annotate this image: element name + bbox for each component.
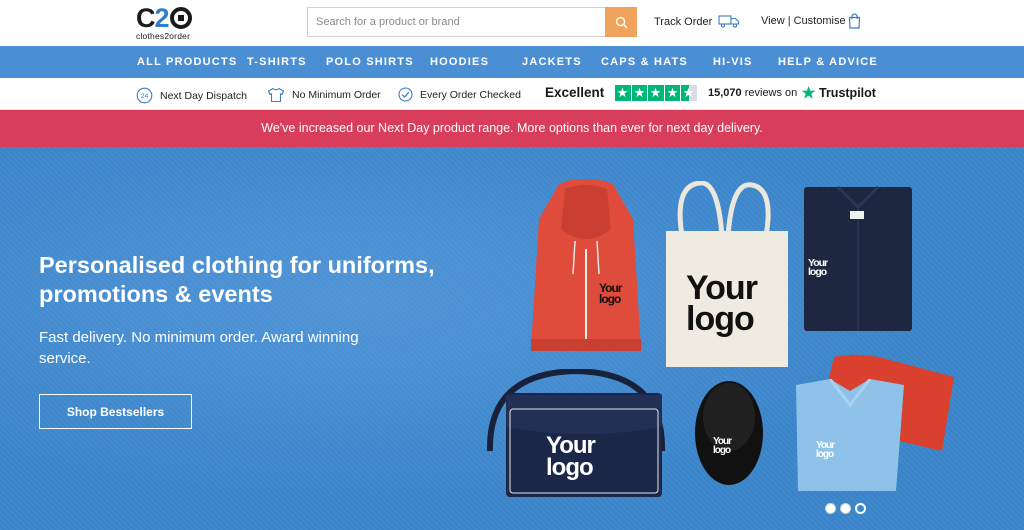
- hero-subtitle: Fast delivery. No minimum order. Award w…: [39, 329, 359, 367]
- logo-number-2: 2: [154, 3, 170, 33]
- usp-next-day-dispatch: 24 Next Day Dispatch: [136, 87, 247, 104]
- product-logo-text: Your logo: [808, 257, 828, 279]
- messenger-bag-image: Your logo: [484, 367, 668, 497]
- svg-text:24: 24: [141, 93, 149, 100]
- carousel-dots: [825, 503, 866, 514]
- hoodie-image: Your logo: [525, 178, 647, 359]
- star-icon: [664, 85, 680, 101]
- search-button[interactable]: [605, 7, 637, 37]
- star-icon: [648, 85, 664, 101]
- nav-hi-vis[interactable]: HI-VIS: [713, 56, 753, 68]
- promo-banner[interactable]: We've increased our Next Day product ran…: [0, 110, 1024, 147]
- trustpilot-review-count[interactable]: 15,070 reviews on: [708, 87, 797, 99]
- usp-no-minimum-order: No Minimum Order: [267, 87, 381, 103]
- shop-bestsellers-button[interactable]: Shop Bestsellers: [39, 394, 192, 429]
- product-logo-text: Your logo: [546, 432, 596, 481]
- star-icon: [631, 85, 647, 101]
- search-icon: [615, 16, 627, 28]
- product-logo-text: Your logo: [599, 281, 622, 306]
- site-logo[interactable]: C2 clothes2order: [136, 3, 200, 41]
- search-bar: [307, 7, 637, 37]
- product-logo-text: Your logo: [713, 436, 732, 456]
- search-input[interactable]: [308, 8, 598, 36]
- trustpilot-logo[interactable]: Trustpilot: [801, 85, 876, 100]
- half-star-icon: [681, 85, 697, 101]
- 24-hour-icon: 24: [136, 87, 153, 104]
- usp-label: No Minimum Order: [292, 89, 381, 101]
- carousel-dot-active[interactable]: [855, 503, 866, 514]
- usp-label: Next Day Dispatch: [160, 89, 247, 102]
- navy-shirt-image: Your logo: [802, 183, 914, 333]
- hero-banner: Personalised clothing for uniforms, prom…: [0, 147, 1024, 530]
- nav-help-advice[interactable]: HELP & ADVICE: [778, 56, 878, 68]
- nav-polo-shirts[interactable]: POLO SHIRTS: [326, 56, 414, 68]
- tshirt-icon: [267, 87, 285, 103]
- logo-subtitle: clothes2order: [136, 31, 191, 41]
- check-circle-icon: [398, 87, 413, 102]
- logo-o-icon: [169, 7, 192, 29]
- product-logo-text: Your logo: [686, 269, 758, 338]
- carousel-dot[interactable]: [825, 503, 836, 514]
- logo-letter-c: C: [136, 3, 155, 33]
- nav-hoodies[interactable]: HOODIES: [430, 56, 489, 68]
- site-header: C2 clothes2order Track Order View | Cust…: [0, 0, 1024, 46]
- track-order-label: Track Order: [654, 15, 713, 28]
- shopping-bag-icon: [848, 13, 861, 29]
- star-icon: [615, 85, 631, 101]
- view-customise-link[interactable]: View | Customise: [761, 15, 846, 27]
- truck-icon: [718, 15, 740, 28]
- usp-every-order-checked: Every Order Checked: [398, 87, 521, 102]
- main-navigation: ALL PRODUCTS T-SHIRTS POLO SHIRTS HOODIE…: [0, 46, 1024, 78]
- nav-t-shirts[interactable]: T-SHIRTS: [247, 56, 307, 68]
- nav-jackets[interactable]: JACKETS: [522, 56, 582, 68]
- trustpilot-stars[interactable]: [615, 85, 697, 101]
- tote-bag-image: Your logo: [660, 180, 790, 369]
- logo-mark: C2: [136, 3, 200, 33]
- basket-button[interactable]: [848, 13, 861, 34]
- trustpilot-rating-text[interactable]: Excellent: [545, 85, 604, 100]
- blue-polo-image: Your logo: [790, 378, 910, 491]
- usp-label: Every Order Checked: [420, 88, 521, 101]
- nav-caps-hats[interactable]: CAPS & HATS: [601, 56, 688, 68]
- cap-image: Your logo: [693, 379, 765, 491]
- hero-title: Personalised clothing for uniforms, prom…: [39, 252, 435, 307]
- trustpilot-star-icon: [801, 85, 816, 99]
- usp-bar: 24 Next Day Dispatch No Minimum Order Ev…: [0, 78, 1024, 110]
- nav-all-products[interactable]: ALL PRODUCTS: [137, 56, 237, 68]
- track-order-link[interactable]: Track Order: [654, 15, 740, 28]
- carousel-dot[interactable]: [840, 503, 851, 514]
- product-logo-text: Your logo: [816, 440, 835, 460]
